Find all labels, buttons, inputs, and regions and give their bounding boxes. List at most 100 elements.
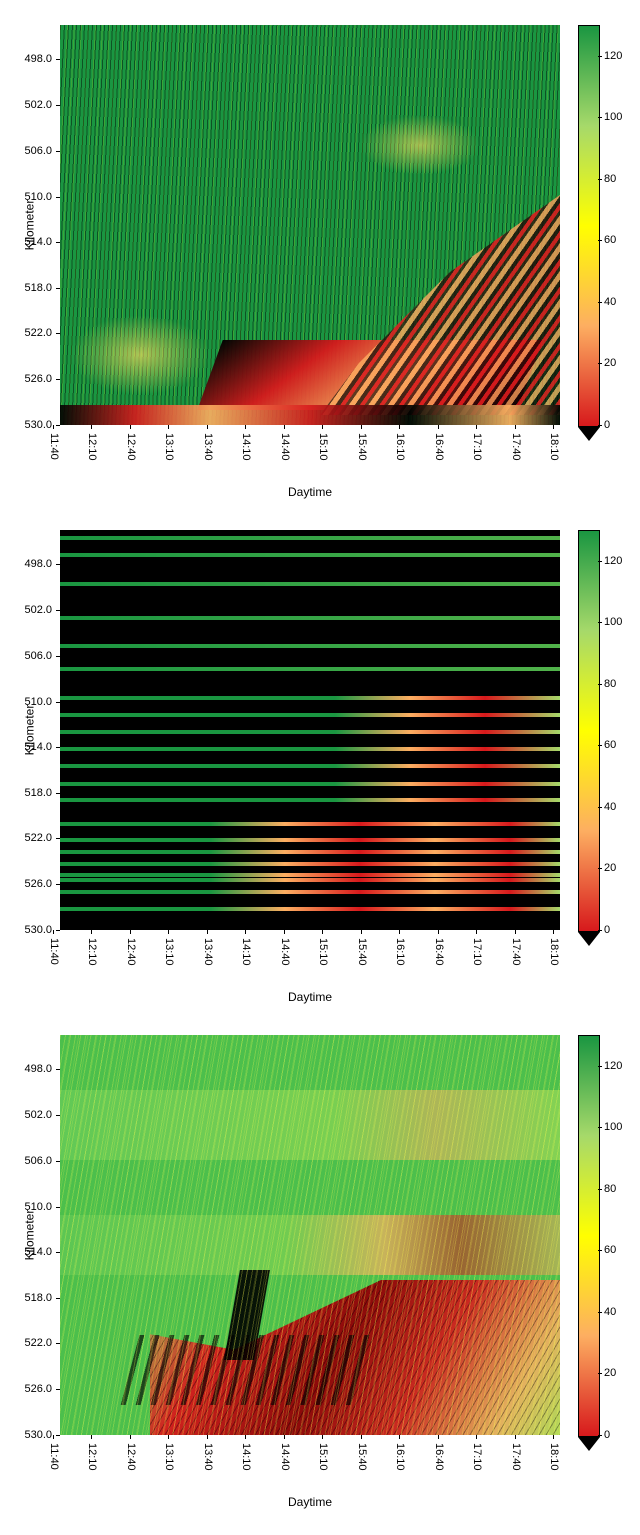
ytick: 502.0 xyxy=(24,1109,52,1121)
xtick: 13:10 xyxy=(163,1443,175,1471)
x-ticks-2: 11:40 12:10 12:40 13:10 13:40 14:10 14:4… xyxy=(60,930,560,990)
xtick: 12:40 xyxy=(125,938,137,966)
ctick: 100 xyxy=(604,616,622,628)
ytick: 522.0 xyxy=(24,327,52,339)
ytick: 510.0 xyxy=(24,696,52,708)
xtick: 11:40 xyxy=(48,433,60,460)
xtick: 14:10 xyxy=(240,938,252,966)
ctick: 120 xyxy=(604,555,622,567)
ctick: 80 xyxy=(604,678,616,690)
xtick: 16:10 xyxy=(394,1443,406,1471)
ctick: 0 xyxy=(604,419,610,431)
xtick: 14:40 xyxy=(279,938,291,966)
heatmap-panel-2: Kilometer 498.0 502 xyxy=(0,515,640,1010)
xtick: 17:40 xyxy=(510,938,522,966)
ytick: 510.0 xyxy=(24,1201,52,1213)
x-ticks-1: 11:40 12:10 12:40 13:10 13:40 14:10 14:4… xyxy=(60,425,560,485)
ytick: 498.0 xyxy=(24,558,52,570)
ctick: 0 xyxy=(604,924,610,936)
ytick: 522.0 xyxy=(24,1337,52,1349)
ctick: 20 xyxy=(604,1367,616,1379)
heatmap-2 xyxy=(60,530,560,930)
ytick: 502.0 xyxy=(24,604,52,616)
xtick: 15:40 xyxy=(356,1443,368,1471)
ctick: 120 xyxy=(604,50,622,62)
xtick: 12:10 xyxy=(86,1443,98,1471)
xtick: 14:40 xyxy=(279,1443,291,1471)
xtick: 13:40 xyxy=(202,433,214,461)
ytick: 498.0 xyxy=(24,53,52,65)
colorbar-2 xyxy=(578,530,600,932)
figure: Kilometer 498.0 502.0 506.0 510.0 514.0 … xyxy=(0,0,640,1535)
xtick: 11:40 xyxy=(48,938,60,965)
ytick: 506.0 xyxy=(24,145,52,157)
ctick: 100 xyxy=(604,111,622,123)
xtick: 12:40 xyxy=(125,433,137,461)
xtick: 17:40 xyxy=(510,1443,522,1471)
ytick: 518.0 xyxy=(24,787,52,799)
ctick: 40 xyxy=(604,801,616,813)
xtick: 15:10 xyxy=(317,433,329,461)
xtick: 16:10 xyxy=(394,938,406,966)
ctick: 40 xyxy=(604,1306,616,1318)
ytick: 530.0 xyxy=(24,419,52,431)
ytick: 514.0 xyxy=(24,236,52,248)
xtick: 12:10 xyxy=(86,433,98,461)
xtick: 16:10 xyxy=(394,433,406,461)
y-ticks-2: 498.0 502.0 506.0 510.0 514.0 518.0 522.… xyxy=(0,530,56,930)
xtick: 13:10 xyxy=(163,938,175,966)
ytick: 530.0 xyxy=(24,924,52,936)
xtick: 16:40 xyxy=(433,1443,445,1471)
ytick: 514.0 xyxy=(24,1246,52,1258)
xtick: 18:10 xyxy=(548,1443,560,1471)
ytick: 526.0 xyxy=(24,1383,52,1395)
x-axis-label: Daytime xyxy=(60,990,560,1004)
heatmap-1 xyxy=(60,25,560,425)
heatmap-panel-1: Kilometer 498.0 502.0 506.0 510.0 514.0 … xyxy=(0,10,640,505)
xtick: 15:10 xyxy=(317,938,329,966)
ctick: 0 xyxy=(604,1429,610,1441)
ctick: 60 xyxy=(604,1244,616,1256)
xtick: 13:40 xyxy=(202,938,214,966)
ytick: 526.0 xyxy=(24,373,52,385)
ctick: 80 xyxy=(604,1183,616,1195)
xtick: 17:40 xyxy=(510,433,522,461)
colorbar-ticks-3: 0 20 40 60 80 100 120 xyxy=(600,1035,630,1435)
xtick: 14:40 xyxy=(279,433,291,461)
xtick: 12:40 xyxy=(125,1443,137,1471)
xtick: 16:40 xyxy=(433,433,445,461)
xtick: 16:40 xyxy=(433,938,445,966)
ctick: 120 xyxy=(604,1060,622,1072)
ctick: 40 xyxy=(604,296,616,308)
ytick: 518.0 xyxy=(24,282,52,294)
xtick: 13:40 xyxy=(202,1443,214,1471)
xtick: 14:10 xyxy=(240,1443,252,1471)
x-axis-label: Daytime xyxy=(60,485,560,499)
ytick: 498.0 xyxy=(24,1063,52,1075)
colorbar-3 xyxy=(578,1035,600,1437)
xtick: 17:10 xyxy=(471,938,483,966)
xtick: 17:10 xyxy=(471,433,483,461)
xtick: 13:10 xyxy=(163,433,175,461)
ctick: 80 xyxy=(604,173,616,185)
xtick: 18:10 xyxy=(548,938,560,966)
ctick: 60 xyxy=(604,234,616,246)
xtick: 15:10 xyxy=(317,1443,329,1471)
xtick: 15:40 xyxy=(356,433,368,461)
ytick: 506.0 xyxy=(24,1155,52,1167)
ytick: 526.0 xyxy=(24,878,52,890)
ytick: 506.0 xyxy=(24,650,52,662)
ctick: 20 xyxy=(604,862,616,874)
ctick: 20 xyxy=(604,357,616,369)
ytick: 518.0 xyxy=(24,1292,52,1304)
colorbar-ticks-1: 0 20 40 60 80 100 120 xyxy=(600,25,630,425)
xtick: 15:40 xyxy=(356,938,368,966)
colorbar-1 xyxy=(578,25,600,427)
xtick: 14:10 xyxy=(240,433,252,461)
xtick: 12:10 xyxy=(86,938,98,966)
x-axis-label: Daytime xyxy=(60,1495,560,1509)
xtick: 17:10 xyxy=(471,1443,483,1471)
ytick: 522.0 xyxy=(24,832,52,844)
xtick: 11:40 xyxy=(48,1443,60,1470)
heatmap-3 xyxy=(60,1035,560,1435)
